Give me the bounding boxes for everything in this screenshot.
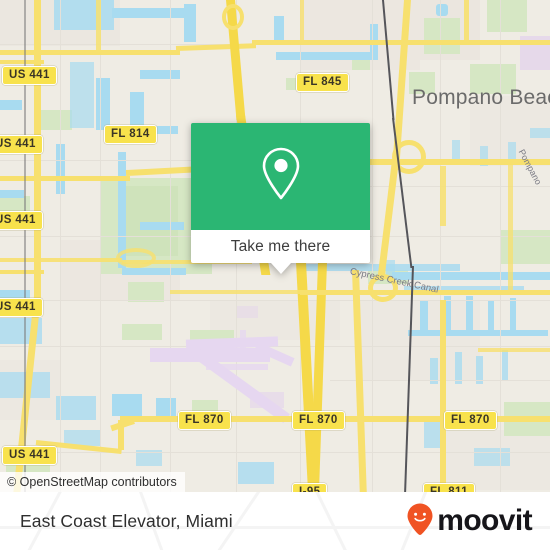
road-shield: FL 814	[104, 125, 157, 144]
place-title: East Coast Elevator, Miami	[20, 510, 233, 531]
osm-attribution[interactable]: © OpenStreetMap contributors	[0, 472, 185, 492]
moovit-pin-smiley-icon	[406, 502, 434, 541]
road-shield: US 441	[0, 211, 43, 230]
road-shield: FL 870	[178, 411, 231, 430]
take-me-there-label: Take me there	[230, 237, 331, 255]
map-popup[interactable]: Take me there	[191, 123, 370, 274]
road-shield: US 441	[0, 298, 43, 317]
road-shield: FL 811	[423, 483, 475, 492]
road-shield: FL 845	[296, 73, 349, 92]
moovit-wordmark: moovit	[437, 504, 532, 537]
moovit-logo[interactable]: moovit	[406, 502, 533, 541]
popup-header	[191, 123, 370, 230]
road-shield: US 441	[0, 135, 43, 154]
map-canvas[interactable]: Pompano Beach Cypress Creek Canal Pompan…	[0, 0, 550, 492]
footer-bar: East Coast Elevator, Miami moovit	[0, 492, 550, 550]
road-shield: US 441	[2, 66, 57, 85]
popup-pointer	[270, 263, 291, 274]
road-shield: FL 870	[444, 411, 497, 430]
take-me-there-button[interactable]: Take me there	[191, 230, 370, 263]
road-shield: US 441	[2, 446, 57, 465]
map-pin-icon	[258, 145, 304, 208]
road-shield: I-95	[292, 483, 328, 492]
road-shield: FL 870	[292, 411, 345, 430]
